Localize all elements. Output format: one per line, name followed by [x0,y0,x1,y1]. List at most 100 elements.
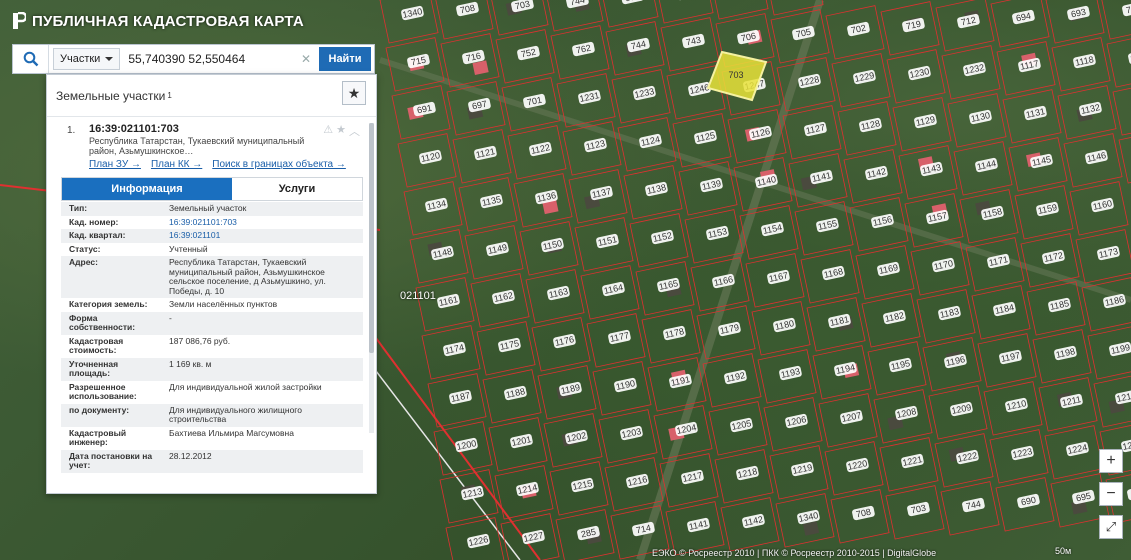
parcel[interactable]: 1212 [1093,373,1131,428]
parcel[interactable]: 1158 [959,189,1019,244]
parcel[interactable]: 1151 [574,217,634,272]
parcel[interactable]: 1173 [1075,229,1131,284]
collapse-icon[interactable]: ︿ [349,123,360,139]
tab-services[interactable]: Услуги [232,178,362,200]
parcel[interactable]: 1128 [837,101,897,156]
object-type-select[interactable]: Участки [53,48,121,70]
parcel[interactable]: 1147 [1118,129,1131,184]
parcel[interactable]: 1203 [598,409,658,464]
parcel[interactable]: 719 [880,1,940,56]
parcel[interactable]: 1122 [507,125,567,180]
parcel[interactable]: 1137 [568,169,628,224]
parcel[interactable]: 694 [990,0,1050,48]
favorites-button[interactable]: ★ [342,81,366,105]
fullscreen-button[interactable]: ⤢ [1099,515,1123,539]
search-in-bounds-link[interactable]: Поиск в границах объекта → [212,159,346,170]
parcel[interactable]: 1215 [549,461,609,516]
parcel[interactable]: 712 [935,0,995,52]
parcel[interactable]: 695 [654,0,714,24]
parcel[interactable]: 1218 [714,449,774,504]
parcel[interactable]: 1198 [1032,329,1092,384]
zoom-in-button[interactable]: + [1099,449,1123,473]
parcel[interactable]: 691 [391,85,451,140]
info-value[interactable]: 16:39:021101 [161,229,363,243]
parcel[interactable]: 1144 [953,141,1013,196]
parcel[interactable]: 1161 [415,277,475,332]
parcel[interactable]: 1165 [635,261,695,316]
parcel[interactable]: 1222 [934,433,994,488]
parcel[interactable]: 744 [940,481,1000,536]
parcel[interactable]: 1131 [1002,89,1062,144]
parcel[interactable]: 1132 [1057,85,1117,140]
parcel[interactable]: 1197 [977,333,1037,388]
parcel[interactable]: 1224 [1044,425,1104,480]
parcel[interactable]: 1175 [476,321,536,376]
parcel[interactable]: 1138 [623,165,683,220]
parcel[interactable]: 1118 [1051,37,1111,92]
scroll-thumb[interactable] [369,123,374,353]
parcel[interactable]: 703 [489,0,549,36]
parcel[interactable]: 1120 [397,133,457,188]
panel-scrollbar[interactable] [369,123,374,433]
parcel[interactable]: 1148 [409,229,469,284]
parcel[interactable]: 744 [605,21,665,76]
parcel[interactable]: 1124 [617,117,677,172]
parcel[interactable]: 1174 [421,325,481,380]
search-icon[interactable] [13,45,49,73]
parcel[interactable]: 1340 [775,493,835,548]
parcel[interactable]: 1143 [898,145,958,200]
parcel[interactable]: 1207 [818,393,878,448]
result-cad-number[interactable]: 16:39:021101:703 [89,123,179,135]
parcel[interactable]: 1149 [464,225,524,280]
parcel[interactable]: 1223 [989,429,1049,484]
parcel[interactable]: 693 [1045,0,1105,44]
parcel[interactable]: 716 [440,33,500,88]
parcel[interactable]: 1206 [763,397,823,452]
parcel[interactable]: 1142 [720,497,780,552]
parcel[interactable]: 694 [709,0,769,20]
parcel[interactable]: 1193 [757,349,817,404]
search-input[interactable] [128,48,301,70]
parcel[interactable]: 1199 [1087,325,1131,380]
parcel[interactable]: 1164 [580,265,640,320]
parcel[interactable]: 1181 [806,297,866,352]
tab-info[interactable]: Информация [62,178,232,200]
parcel[interactable]: 708 [830,489,890,544]
parcel[interactable]: 1136 [513,173,573,228]
parcel[interactable]: 743 [660,17,720,72]
parcel[interactable]: 1160 [1069,181,1129,236]
parcel[interactable]: 1213 [439,469,499,524]
parcel[interactable]: 1163 [525,269,585,324]
zoom-out-button[interactable]: − [1099,482,1123,506]
star-icon[interactable]: ★ [336,123,346,139]
parcel[interactable]: 1195 [867,341,927,396]
parcel[interactable]: 1226 [445,517,505,560]
parcel[interactable]: 1167 [745,253,805,308]
parcel[interactable]: 1232 [941,45,1001,100]
parcel[interactable]: 752 [495,29,555,84]
plan-zu-link[interactable]: План ЗУ → [89,159,141,170]
parcel[interactable]: 1229 [831,53,891,108]
parcel[interactable]: 1135 [458,177,518,232]
parcel[interactable]: 1117 [996,41,1056,96]
parcel[interactable]: 1178 [641,309,701,364]
parcel[interactable]: 1162 [470,273,530,328]
parcel[interactable]: 1188 [482,369,542,424]
parcel[interactable]: 1129 [892,97,952,152]
parcel[interactable]: 708 [434,0,494,40]
parcel[interactable]: 1221 [879,437,939,492]
parcel[interactable]: 1205 [708,401,768,456]
parcel[interactable]: 702 [825,5,885,60]
parcel[interactable]: 1192 [702,353,762,408]
parcel[interactable]: 1183 [916,289,976,344]
parcel[interactable]: 1196 [922,337,982,392]
parcel[interactable]: 1168 [800,249,860,304]
parcel[interactable]: 707 [1100,0,1131,40]
parcel[interactable]: 1130 [947,93,1007,148]
parcel[interactable]: 1169 [855,245,915,300]
parcel[interactable]: 762 [550,25,610,80]
parcel[interactable]: 1219 [769,445,829,500]
parcel[interactable]: 1182 [861,293,921,348]
parcel[interactable]: 1190 [592,361,652,416]
clear-icon[interactable]: ✕ [301,52,311,66]
